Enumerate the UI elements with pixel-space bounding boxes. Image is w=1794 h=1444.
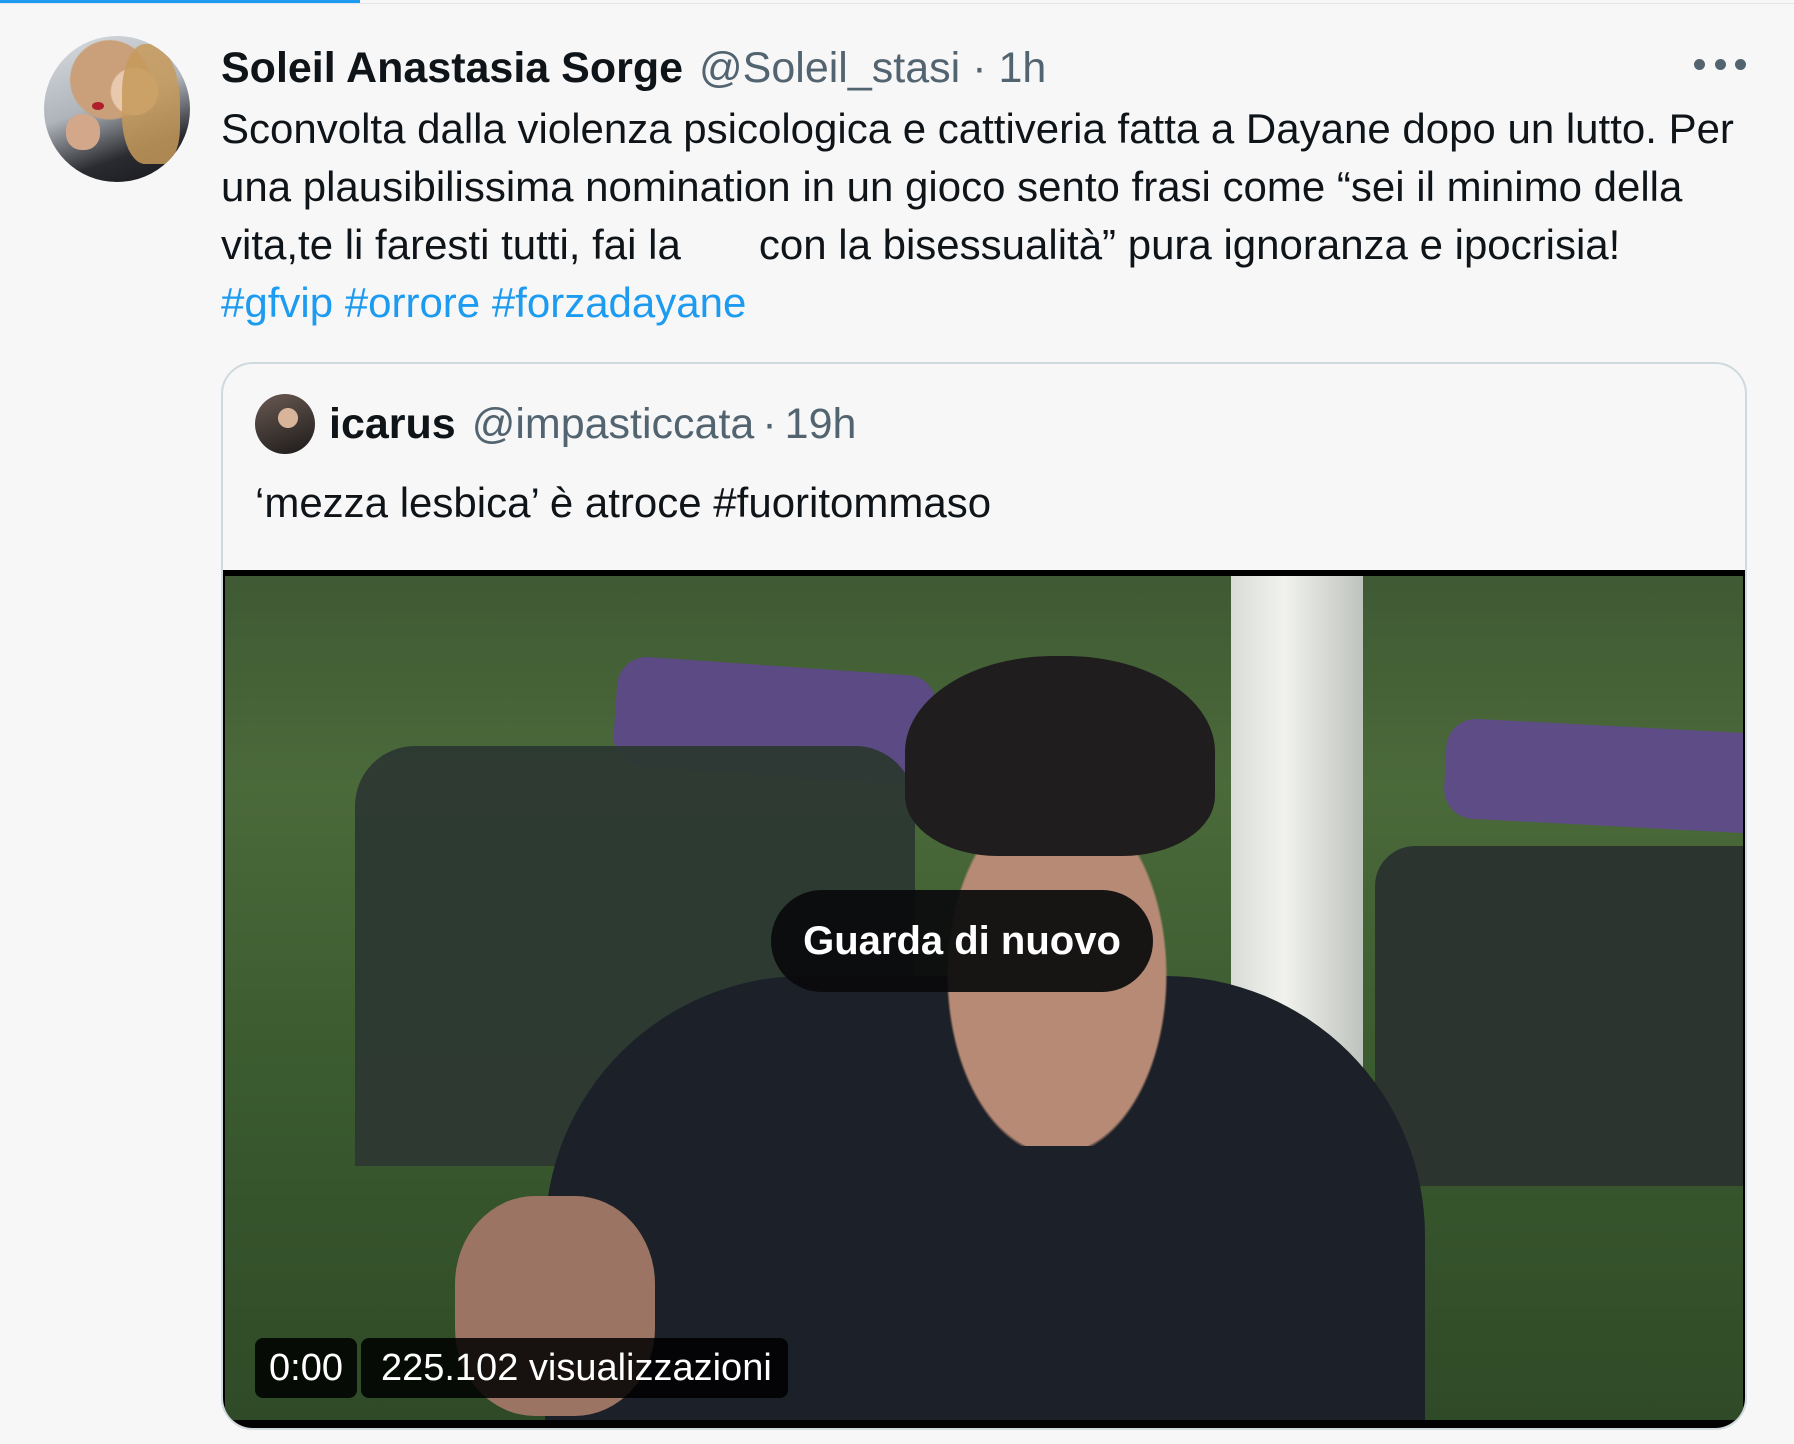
video-frame bbox=[225, 576, 1743, 1420]
hashtag-link[interactable]: #orrore bbox=[345, 279, 480, 326]
hashtag-link[interactable]: #gfvip bbox=[221, 279, 333, 326]
timestamp[interactable]: 1h bbox=[999, 44, 1047, 93]
quoted-author-handle: @impasticcata bbox=[471, 399, 755, 448]
tweet[interactable]: Soleil Anastasia Sorge @Soleil_stasi · 1… bbox=[0, 0, 1794, 1444]
view-count: 225.102 visualizzazioni bbox=[360, 1338, 788, 1398]
quoted-tweet[interactable]: icarus @impasticcata · 19h ‘mezza lesbic… bbox=[221, 362, 1747, 1430]
author-name[interactable]: Soleil Anastasia Sorge bbox=[221, 44, 683, 93]
replay-button[interactable]: Guarda di nuovo bbox=[771, 890, 1153, 992]
video-meta: 0:00 225.102 visualizzazioni bbox=[255, 1338, 788, 1398]
quoted-header: icarus @impasticcata · 19h bbox=[329, 398, 856, 450]
quoted-author-name: icarus bbox=[329, 399, 456, 448]
tweet-header: Soleil Anastasia Sorge @Soleil_stasi · 1… bbox=[221, 42, 1046, 94]
separator-dot: · bbox=[972, 43, 987, 92]
hashtag-link[interactable]: #forzadayane bbox=[492, 279, 747, 326]
quoted-avatar[interactable] bbox=[255, 394, 315, 454]
more-horizontal-icon[interactable] bbox=[1694, 52, 1746, 76]
separator-dot: · bbox=[762, 399, 777, 448]
quoted-timestamp: 19h bbox=[784, 399, 857, 448]
video-player[interactable]: Guarda di nuovo 0:00 225.102 visualizzaz… bbox=[223, 570, 1745, 1428]
video-timecode: 0:00 bbox=[255, 1338, 357, 1398]
tweet-text: Sconvolta dalla violenza psicologica e c… bbox=[221, 100, 1741, 332]
avatar[interactable] bbox=[44, 36, 190, 182]
tweet-text-part2: con la bisessualità” pura ignoranza e ip… bbox=[758, 221, 1621, 268]
author-handle[interactable]: @Soleil_stasi bbox=[699, 44, 960, 93]
quoted-text: ‘mezza lesbica’ è atroce #fuoritommaso bbox=[255, 479, 992, 526]
